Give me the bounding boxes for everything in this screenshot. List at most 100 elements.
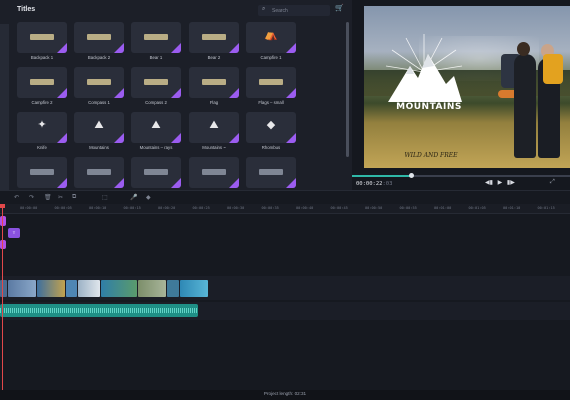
ruler-tick-label: 00:00:25	[192, 206, 210, 210]
crop-icon[interactable]: ⬚	[102, 194, 108, 201]
title-tile[interactable]: ⛰	[74, 112, 124, 143]
title-thumbnail-graphic: ⛰	[94, 119, 104, 131]
timeline-ruler[interactable]: 00:00:00 00:00:05 00:00:10 00:00:15 00:00:20…	[0, 204, 570, 214]
scrubber-progress	[352, 175, 411, 177]
next-frame-icon[interactable]: ▮▶	[507, 180, 515, 186]
scrubber-handle[interactable]	[408, 173, 414, 178]
premium-badge	[229, 178, 239, 188]
title-thumbnail-graphic	[87, 34, 111, 40]
title-thumbnail-graphic	[202, 79, 226, 85]
premium-badge	[171, 43, 181, 53]
title-tile[interactable]	[74, 157, 124, 188]
timecode-frames: :03	[382, 181, 393, 187]
premium-badge	[114, 178, 124, 188]
title-tile-label: Compass 1	[88, 100, 110, 105]
title-tile-label: Bear 1	[149, 55, 163, 60]
title-tile[interactable]	[246, 67, 296, 98]
title-thumbnail-graphic: ⛰	[151, 119, 161, 131]
ruler-tick-label: 00:00:35	[261, 206, 279, 210]
title-tile-label: Mountains ~	[202, 145, 226, 150]
premium-badge	[286, 178, 296, 188]
title-tile[interactable]: ✦	[17, 112, 67, 143]
title-tile[interactable]	[17, 22, 67, 53]
title-tile[interactable]	[131, 157, 181, 188]
playhead-handle[interactable]	[0, 204, 5, 208]
title-tile[interactable]	[131, 67, 181, 98]
video-clip[interactable]	[37, 280, 65, 297]
premium-badge	[114, 133, 124, 143]
title-tile-label: Backpack 1	[30, 55, 54, 60]
title-tile[interactable]	[189, 22, 239, 53]
ruler-tick-label: 00:00:05	[54, 206, 72, 210]
title-thumbnail-graphic: ✦	[37, 119, 47, 131]
title-tile-label: Flag	[209, 100, 219, 105]
title-tile-label: Rhombus	[261, 145, 281, 150]
title-thumbnail-graphic	[30, 34, 54, 40]
audio-clip[interactable]	[0, 304, 198, 317]
preview-subtitle-text: WILD AND FREE	[404, 152, 458, 159]
title-tile[interactable]	[74, 67, 124, 98]
video-clip[interactable]	[180, 280, 208, 297]
cut-icon[interactable]: ✂	[58, 194, 63, 201]
title-tile[interactable]	[17, 67, 67, 98]
video-clip[interactable]	[167, 280, 179, 297]
split-icon[interactable]: ⧉	[72, 194, 76, 201]
title-tile-label: Knife	[37, 145, 47, 150]
undo-icon[interactable]: ↶	[14, 194, 19, 201]
fullscreen-icon[interactable]: ⤢	[550, 179, 555, 186]
timeline-toolbar: ↶ ↷ 🗑 ✂ ⧉ ⬚ 🎤 ◆	[0, 190, 570, 204]
premium-badge	[57, 133, 67, 143]
title-tile[interactable]: ◆	[246, 112, 296, 143]
preview-scrubber[interactable]	[352, 173, 570, 178]
video-clip[interactable]	[138, 280, 166, 297]
marker-icon[interactable]: ◆	[146, 194, 151, 201]
title-tile-label: Campfire 2	[31, 100, 53, 105]
title-tile[interactable]	[246, 157, 296, 188]
title-tile-label: Mountains	[89, 145, 109, 150]
title-tile-label: Compass 2	[145, 100, 167, 105]
hiker-head	[517, 42, 530, 56]
title-clip[interactable]	[0, 216, 6, 226]
title-thumbnail-graphic	[87, 169, 111, 175]
timeline-tracks[interactable]	[0, 214, 570, 390]
ruler-tick-label: 00:01:00	[434, 206, 452, 210]
video-clip[interactable]	[78, 280, 100, 297]
panel-scrollbar[interactable]	[346, 22, 349, 157]
title-tile[interactable]	[131, 22, 181, 53]
search-input[interactable]	[272, 6, 326, 15]
cart-icon[interactable]: 🛒	[335, 4, 344, 12]
video-clip[interactable]	[101, 280, 137, 297]
video-preview[interactable]: MOUNTAINS WILD AND FREE	[364, 6, 570, 168]
ruler-tick-label: 00:01:10	[503, 206, 521, 210]
play-icon[interactable]: ▶	[498, 180, 503, 186]
title-tile[interactable]	[74, 22, 124, 53]
transport-controls: ◀▮ ▶ ▮▶	[485, 179, 518, 186]
ruler-tick-label: 00:01:05	[468, 206, 486, 210]
title-tile[interactable]	[17, 157, 67, 188]
playhead[interactable]	[2, 204, 3, 390]
title-tile[interactable]: ⛰	[189, 112, 239, 143]
redo-icon[interactable]: ↷	[29, 194, 34, 201]
panel-title: Titles	[17, 6, 36, 13]
title-tile[interactable]: ⛰	[131, 112, 181, 143]
title-thumbnail-graphic	[87, 79, 111, 85]
title-clip[interactable]	[0, 240, 6, 249]
title-thumbnail-graphic	[30, 169, 54, 175]
trash-icon[interactable]: 🗑	[44, 194, 52, 201]
title-thumbnail-graphic	[259, 79, 283, 85]
microphone-icon[interactable]: 🎤	[130, 194, 137, 201]
premium-badge	[229, 43, 239, 53]
previous-frame-icon[interactable]: ◀▮	[485, 180, 493, 186]
ruler-tick-label: 00:00:15	[123, 206, 141, 210]
title-tile[interactable]: ⛺	[246, 22, 296, 53]
timecode-main: 00:00:22	[356, 181, 383, 187]
title-clip[interactable]: T	[8, 228, 20, 238]
title-tile[interactable]	[189, 67, 239, 98]
video-clip[interactable]	[8, 280, 36, 297]
video-clip[interactable]	[66, 280, 77, 297]
search-box[interactable]: ⌕	[258, 5, 330, 16]
category-sidebar[interactable]	[0, 24, 9, 190]
title-thumbnail-graphic	[144, 169, 168, 175]
title-tile[interactable]	[189, 157, 239, 188]
mountains-title-graphic	[385, 34, 463, 102]
